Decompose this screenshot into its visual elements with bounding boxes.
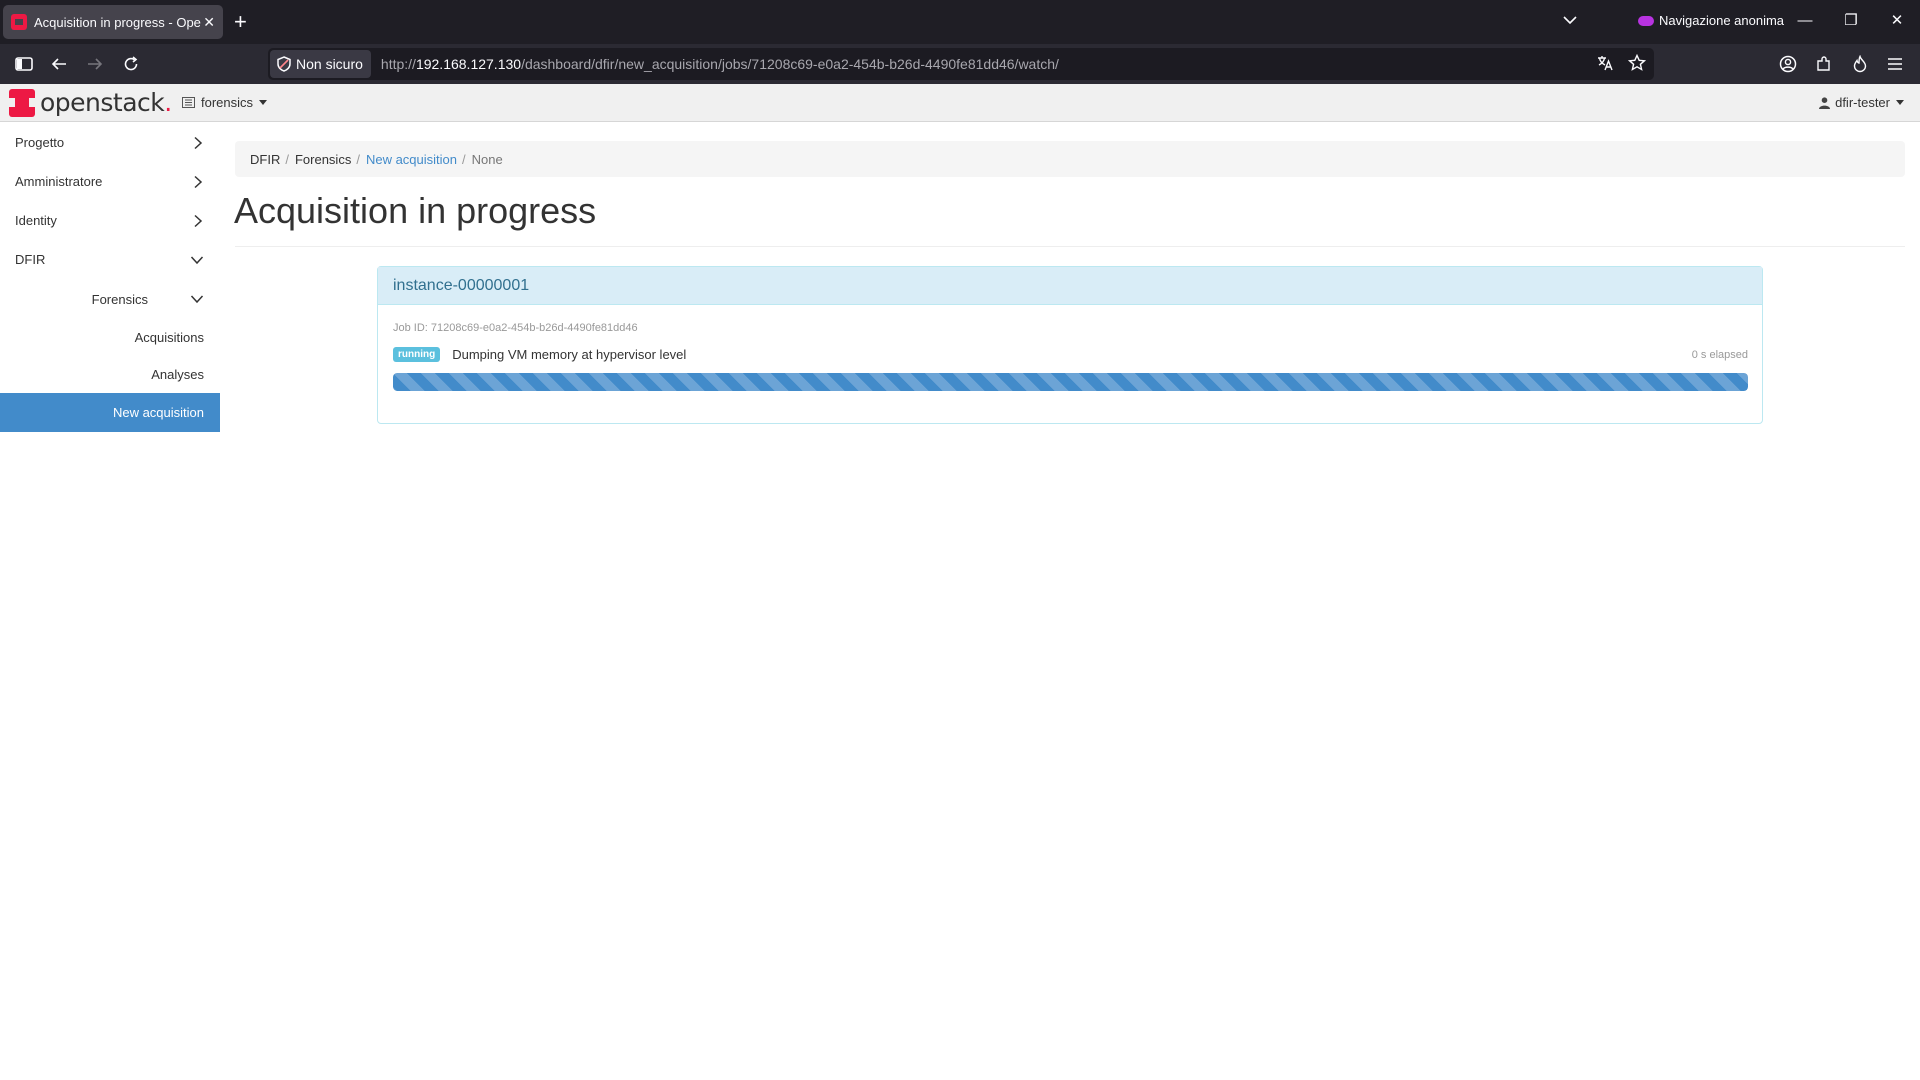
status-text: Dumping VM memory at hypervisor level bbox=[452, 347, 687, 362]
shield-warning-icon bbox=[277, 56, 291, 72]
status-badge: running bbox=[393, 347, 441, 362]
tab-title: Acquisition in progress - OpenStack Dash… bbox=[34, 14, 201, 30]
security-label: Non sicuro bbox=[296, 56, 363, 72]
translate-icon[interactable] bbox=[1596, 54, 1614, 72]
breadcrumb-separator: / bbox=[356, 151, 360, 167]
user-icon bbox=[1819, 96, 1831, 109]
instance-name: instance-00000001 bbox=[378, 267, 1762, 305]
title-divider bbox=[235, 246, 1905, 247]
sidebar-item-identity[interactable]: Identity bbox=[0, 201, 220, 240]
progress-bar-track bbox=[393, 373, 1748, 391]
job-status-row: running Dumping VM memory at hypervisor … bbox=[393, 347, 1748, 362]
user-name: dfir-tester bbox=[1835, 95, 1890, 110]
close-window-button[interactable]: ✕ bbox=[1882, 8, 1912, 34]
sidebar-item-label: Amministratore bbox=[15, 174, 103, 189]
sidebar-item-forensics[interactable]: Forensics bbox=[0, 279, 220, 319]
forget-icon[interactable] bbox=[1850, 54, 1870, 74]
sidebar-item-amministratore[interactable]: Amministratore bbox=[0, 162, 220, 201]
chevron-right-icon bbox=[194, 175, 203, 188]
sidebar-item-dfir[interactable]: DFIR bbox=[0, 240, 220, 279]
minimize-button[interactable]: — bbox=[1790, 8, 1820, 34]
sidebar-item-label: Progetto bbox=[15, 135, 65, 150]
sidebar-item-new-acquisition[interactable]: New acquisition bbox=[0, 393, 220, 432]
sidebar-item-label: New acquisition bbox=[112, 405, 204, 420]
breadcrumb-item-dfir: DFIR bbox=[250, 151, 281, 167]
chevron-right-icon bbox=[194, 136, 203, 149]
chevron-down-icon[interactable] bbox=[1561, 11, 1579, 29]
breadcrumb: DFIR / Forensics / New acquisition / Non… bbox=[235, 141, 1905, 177]
account-icon[interactable] bbox=[1778, 54, 1798, 74]
sidebar-toggle-icon[interactable] bbox=[14, 54, 34, 74]
breadcrumb-item-current: None bbox=[471, 151, 503, 167]
reload-icon[interactable] bbox=[121, 54, 141, 74]
close-tab-icon[interactable]: ✕ bbox=[203, 14, 215, 31]
browser-tab[interactable]: Acquisition in progress - OpenStack Dash… bbox=[3, 5, 223, 39]
sidebar-item-analyses[interactable]: Analyses bbox=[0, 356, 220, 393]
chevron-down-icon bbox=[190, 295, 204, 304]
breadcrumb-separator: / bbox=[462, 151, 466, 167]
user-menu[interactable]: dfir-tester bbox=[1819, 95, 1904, 110]
project-selector[interactable]: forensics bbox=[182, 95, 268, 110]
breadcrumb-item-forensics: Forensics bbox=[294, 151, 352, 167]
elapsed-time: 0 s elapsed bbox=[1691, 349, 1748, 361]
sidebar-item-acquisitions[interactable]: Acquisitions bbox=[0, 319, 220, 356]
acquisition-job-panel: instance-00000001 Job ID: 71208c69-e0a2-… bbox=[377, 266, 1763, 424]
openstack-favicon-icon bbox=[11, 14, 27, 30]
private-label: Navigazione anonima bbox=[1659, 13, 1785, 28]
sidebar-item-progetto[interactable]: Progetto bbox=[0, 123, 220, 162]
back-icon[interactable] bbox=[49, 54, 69, 74]
job-id: Job ID: 71208c69-e0a2-454b-b26d-4490fe81… bbox=[393, 322, 638, 334]
sidebar-item-label: Forensics bbox=[91, 291, 148, 307]
address-bar[interactable]: Non sicuro http://192.168.127.130/dashbo… bbox=[268, 48, 1654, 80]
sidebar-item-label: Analyses bbox=[151, 367, 204, 382]
chevron-right-icon bbox=[194, 214, 203, 227]
sidebar-item-label: DFIR bbox=[15, 252, 46, 267]
logo-text: openstack bbox=[40, 88, 165, 117]
progress-bar-fill bbox=[393, 373, 1748, 391]
restore-button[interactable]: ❐ bbox=[1836, 8, 1866, 34]
extensions-icon[interactable] bbox=[1814, 54, 1834, 74]
private-mask-icon bbox=[1638, 15, 1654, 26]
caret-down-icon bbox=[259, 100, 268, 105]
project-list-icon bbox=[182, 97, 195, 108]
sidebar: Progetto Amministratore Identity DFIR Fo… bbox=[0, 123, 220, 432]
page-title: Acquisition in progress bbox=[234, 190, 597, 231]
browser-navbar: Non sicuro http://192.168.127.130/dashbo… bbox=[0, 44, 1920, 84]
openstack-logo-icon bbox=[9, 88, 35, 117]
chevron-down-icon bbox=[190, 255, 204, 264]
openstack-logo[interactable]: openstack. bbox=[9, 88, 172, 117]
breadcrumb-link-new-acquisition[interactable]: New acquisition bbox=[366, 152, 457, 167]
sidebar-item-label: Identity bbox=[15, 213, 57, 228]
openstack-header: openstack. forensics dfir-tester bbox=[0, 84, 1920, 122]
connection-security-button[interactable]: Non sicuro bbox=[270, 50, 371, 78]
caret-down-icon bbox=[1896, 100, 1904, 105]
breadcrumb-separator: / bbox=[285, 151, 289, 167]
new-tab-button[interactable]: + bbox=[234, 8, 247, 36]
bookmark-star-icon[interactable] bbox=[1628, 54, 1646, 72]
sidebar-item-label: Acquisitions bbox=[134, 330, 204, 345]
project-name: forensics bbox=[201, 95, 254, 110]
private-browsing-indicator: Navigazione anonima bbox=[1638, 13, 1784, 28]
forward-icon[interactable] bbox=[85, 54, 105, 74]
menu-icon[interactable] bbox=[1885, 54, 1905, 74]
url-text: http://192.168.127.130/dashboard/dfir/ne… bbox=[380, 56, 1059, 72]
browser-tabbar: Acquisition in progress - OpenStack Dash… bbox=[0, 0, 1920, 44]
